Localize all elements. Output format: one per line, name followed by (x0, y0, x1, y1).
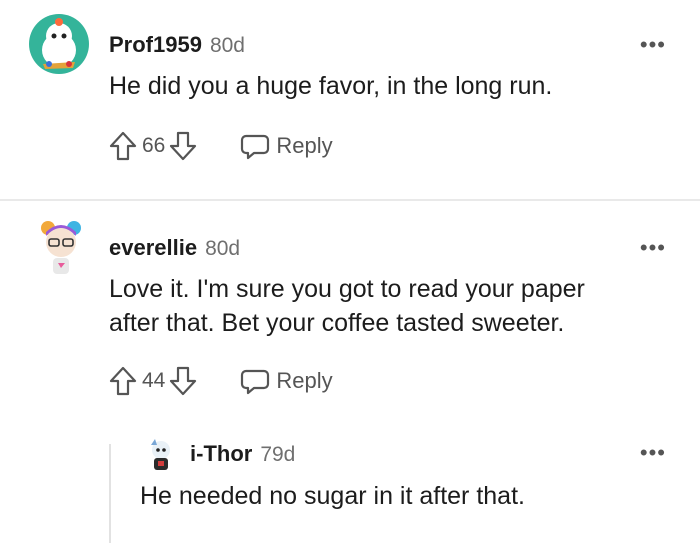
downvote-icon[interactable] (168, 130, 198, 162)
comment-age[interactable]: 79d (260, 443, 295, 467)
thread-line[interactable] (109, 444, 111, 543)
reply-label: Reply (276, 368, 333, 393)
vote-score: 44 (142, 369, 166, 392)
comment-body-line: after that. Bet your coffee tasted sweet… (109, 309, 565, 337)
comment-actions: 66 Reply (108, 129, 333, 163)
comment-header: everellie 80d (109, 235, 240, 261)
vote-score: 66 (142, 134, 166, 157)
reply-label: Reply (276, 133, 333, 158)
reply-bubble-icon (241, 369, 270, 395)
comment-age[interactable]: 80d (210, 34, 245, 58)
reply-button[interactable]: Reply (240, 367, 333, 395)
more-options-icon[interactable]: ••• (640, 440, 666, 466)
more-options-icon[interactable]: ••• (640, 32, 666, 58)
avatar[interactable] (29, 14, 89, 74)
comment-header: i-Thor 79d (190, 441, 295, 467)
upvote-icon[interactable] (108, 365, 138, 397)
username[interactable]: everellie (109, 235, 197, 261)
downvote-icon[interactable] (168, 365, 198, 397)
username[interactable]: i-Thor (190, 441, 252, 467)
comment-body-line: Love it. I'm sure you got to read your p… (109, 275, 585, 303)
avatar[interactable] (145, 437, 177, 473)
reply-button[interactable]: Reply (240, 132, 333, 160)
comment-age[interactable]: 80d (205, 237, 240, 261)
reply-bubble-icon (241, 134, 270, 160)
username[interactable]: Prof1959 (109, 32, 202, 58)
upvote-icon[interactable] (108, 130, 138, 162)
comment-body: He did you a huge favor, in the long run… (109, 72, 553, 100)
divider (0, 199, 700, 201)
comment-header: Prof1959 80d (109, 32, 245, 58)
more-options-icon[interactable]: ••• (640, 235, 666, 261)
avatar[interactable] (36, 218, 86, 278)
comment-body: Love it. I'm sure you got to read your p… (109, 272, 585, 340)
comment-actions: 44 Reply (108, 364, 333, 398)
comment-body: He needed no sugar in it after that. (140, 482, 525, 510)
